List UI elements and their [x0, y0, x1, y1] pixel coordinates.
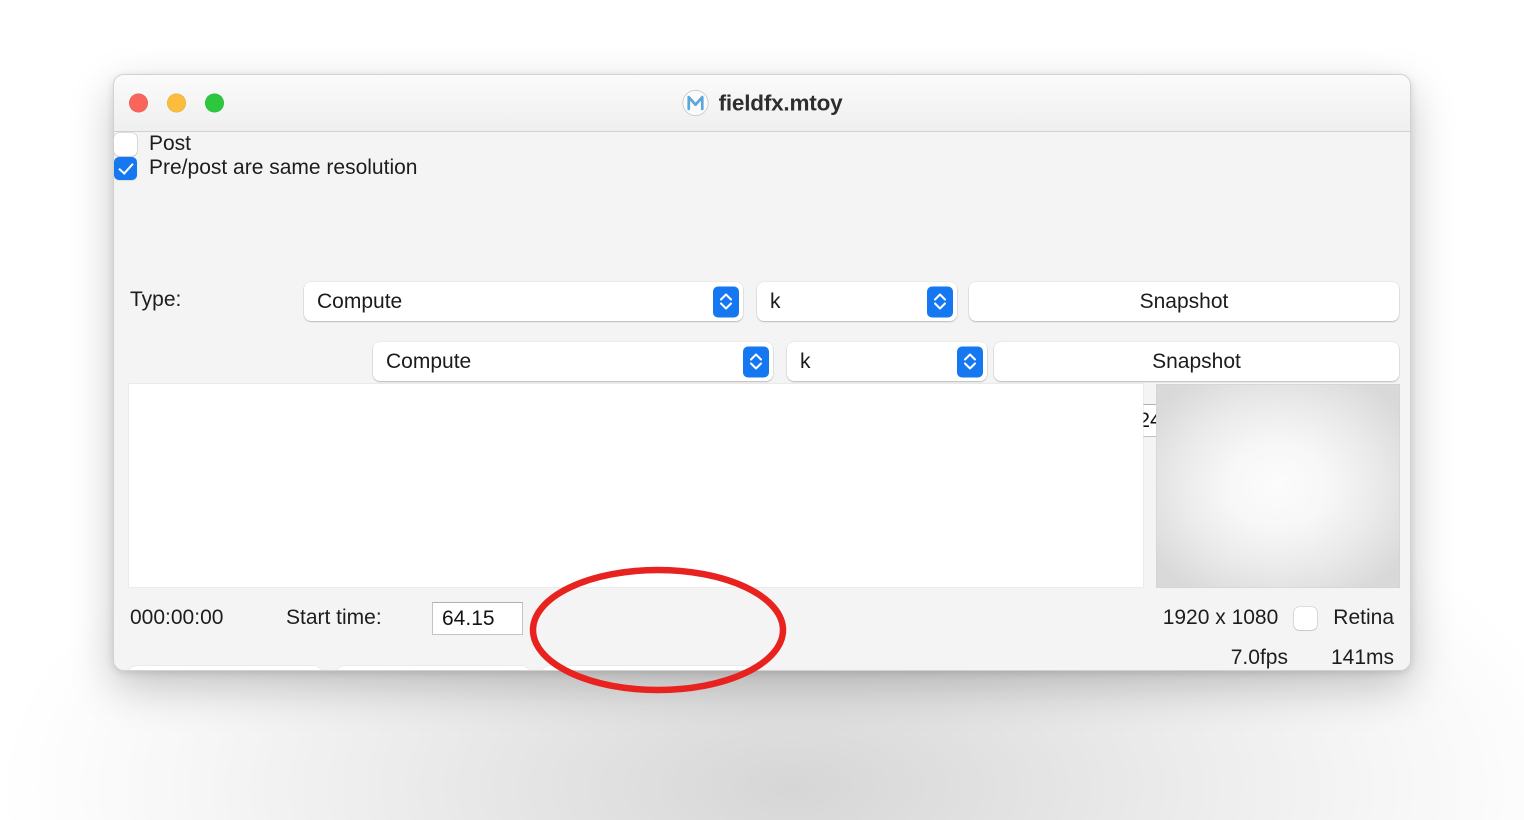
- post-snapshot-label: Snapshot: [1152, 349, 1241, 373]
- post-checkbox[interactable]: [114, 132, 137, 156]
- rewind-button[interactable]: ⏮️: [129, 666, 321, 670]
- same-resolution-label: Pre/post are same resolution: [149, 156, 418, 179]
- performance-row: 7.0fps 141ms: [1231, 646, 1394, 670]
- frame-time-value: 141ms: [1330, 646, 1394, 669]
- maximize-button[interactable]: [205, 93, 224, 113]
- chevron-updown-icon: [743, 346, 769, 377]
- post-shader-kind-dropdown[interactable]: Compute: [373, 342, 773, 381]
- fps-value: 7.0fps: [1230, 646, 1288, 669]
- metal-m-logo-icon: [681, 89, 709, 117]
- start-time-input[interactable]: 64.15: [432, 602, 523, 635]
- output-resolution-row: 1920 x 1080 Retina: [1163, 606, 1394, 630]
- type-snapshot-button[interactable]: Snapshot: [969, 282, 1399, 321]
- type-snapshot-label: Snapshot: [1139, 289, 1229, 313]
- post-label: Post: [149, 132, 192, 155]
- post-toggle-row[interactable]: Post: [114, 132, 1410, 156]
- start-time-value: 64.15: [442, 606, 495, 630]
- post-snapshot-button[interactable]: Snapshot: [994, 342, 1399, 381]
- window-titlebar: fieldfx.mtoy: [114, 75, 1410, 132]
- retina-checkbox[interactable]: [1294, 606, 1318, 630]
- start-time-label: Start time:: [286, 606, 382, 629]
- post-entrypoint-dropdown[interactable]: k: [787, 342, 987, 381]
- window-traffic-lights: [129, 93, 224, 113]
- chevron-updown-icon: [927, 286, 953, 317]
- same-resolution-row[interactable]: Pre/post are same resolution: [114, 156, 1410, 180]
- window-title-group: fieldfx.mtoy: [114, 89, 1410, 117]
- same-resolution-checkbox[interactable]: [114, 156, 137, 180]
- window-title: fieldfx.mtoy: [718, 90, 843, 115]
- type-shader-kind-value: Compute: [317, 289, 403, 313]
- chevron-updown-icon: [957, 346, 983, 377]
- chevron-updown-icon: [713, 286, 739, 317]
- minimize-button[interactable]: [167, 93, 186, 113]
- application-window: fieldfx.mtoy Type: Compute k Snapshot Po…: [113, 74, 1411, 671]
- type-shader-kind-dropdown[interactable]: Compute: [304, 282, 743, 321]
- type-entrypoint-value: k: [770, 289, 781, 313]
- debug-button[interactable]: ✨ Debug ✨: [542, 666, 757, 670]
- post-entrypoint-value: k: [800, 349, 811, 373]
- play-pause-button[interactable]: ⏯️: [337, 666, 529, 670]
- window-content: Type: Compute k Snapshot Post Compute k …: [114, 132, 1410, 670]
- shader-preview-canvas[interactable]: [129, 384, 1143, 587]
- type-entrypoint-dropdown[interactable]: k: [757, 282, 957, 321]
- shader-thumbnail-preview[interactable]: [1156, 384, 1400, 588]
- output-resolution-value: 1920 x 1080: [1162, 606, 1279, 629]
- timecode-display: 000:00:00: [130, 606, 224, 629]
- close-button[interactable]: [129, 93, 148, 113]
- retina-label: Retina: [1333, 606, 1394, 629]
- post-shader-kind-value: Compute: [386, 349, 472, 373]
- type-label: Type:: [130, 288, 182, 311]
